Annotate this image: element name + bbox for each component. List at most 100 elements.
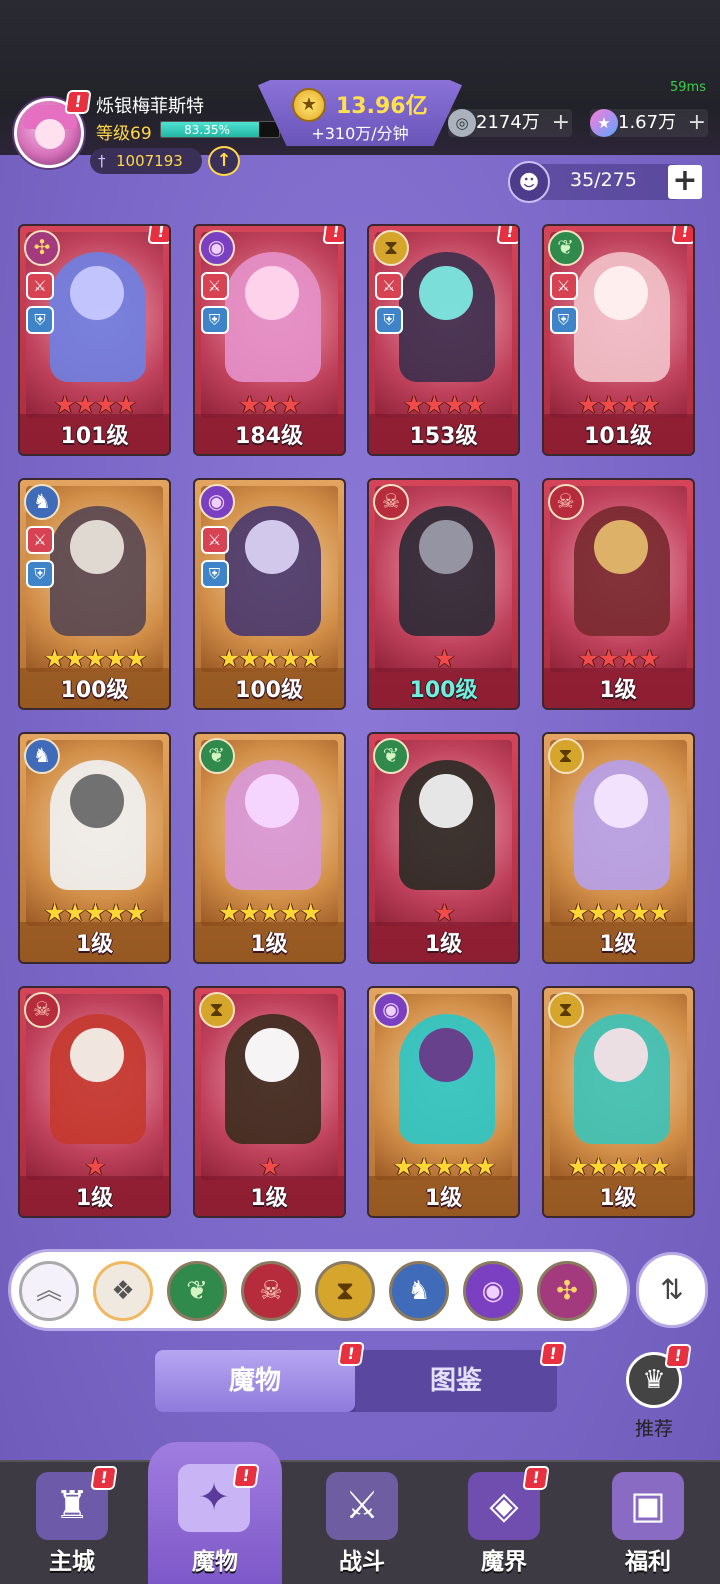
hourglass-element-icon: ⧗ (373, 230, 409, 266)
xp-bar: 83.35% (160, 121, 280, 138)
sword-shield-icon: ⚔ (326, 1472, 398, 1540)
nav-monsters[interactable]: ✦ 魔物 ! (148, 1442, 282, 1584)
hourglass-element-icon: ⧗ (198, 992, 235, 1028)
monster-card[interactable]: ♞ ★★★★★ 1级 (18, 732, 171, 964)
eye-element-icon: ◉ (198, 484, 235, 520)
star-rating: ★ (84, 1152, 106, 1181)
all-elements-icon[interactable]: ❖ (93, 1261, 153, 1321)
star-rating: ★★★★ (402, 390, 487, 419)
monster-card[interactable]: ◉ ★★★★★ 1级 (367, 986, 520, 1218)
eye-element-icon[interactable]: ◉ (463, 1261, 523, 1321)
sword-icon: † (98, 152, 106, 170)
monster-head (593, 266, 648, 320)
monster-card[interactable]: ✣ ⚔ ⛨ ★★★★ 101级! (18, 224, 171, 456)
stars-currency[interactable]: ★ 1.67万 + (590, 109, 708, 137)
vortex-element-icon: ✣ (24, 230, 60, 266)
attack-badge-icon: ⚔ (26, 272, 54, 300)
attack-badge-icon: ⚔ (200, 272, 229, 300)
eye-element-icon: ◉ (198, 230, 235, 266)
gems-add-icon[interactable]: + (552, 109, 570, 137)
leaf-element-icon[interactable]: ❦ (167, 1261, 227, 1321)
recommend-label: 推荐 (634, 1418, 673, 1440)
monster-card[interactable]: ◉ ⚔ ⛨ ★★★ 184级! (192, 224, 346, 456)
monster-level: 100级 (235, 678, 303, 703)
star-rating: ★ (258, 1152, 281, 1181)
player-level: 等级69 (96, 124, 152, 144)
monster-head (593, 1028, 648, 1082)
ping-text: 59ms (670, 80, 706, 95)
nav-demon-realm[interactable]: ◈ 魔界 ! (432, 1462, 576, 1584)
monster-head (419, 1028, 473, 1082)
shield-badge-icon: ⛨ (200, 306, 229, 334)
avatar-alert-icon: ! (64, 90, 92, 114)
nav-welfare-label: 福利 (625, 1549, 671, 1575)
monster-card[interactable]: ❦ ★ 1级 (367, 732, 520, 964)
monster-head (244, 1028, 299, 1082)
bottom-nav: ♜ 主城 ! ✦ 魔物 ! ⚔ 战斗 ◈ 魔界 ! ▣ 福利 (0, 1442, 720, 1584)
monster-card[interactable]: ⧗ ★ 1级 (192, 986, 346, 1218)
star-rating: ★★★★ (577, 644, 661, 673)
hourglass-element-icon: ⧗ (547, 738, 584, 774)
monster-card[interactable]: ⧗ ★★★★★ 1级 (541, 986, 695, 1218)
collapse-chevrons-icon[interactable]: ︽ (19, 1261, 79, 1321)
dragon-element-icon[interactable]: ♞ (389, 1261, 449, 1321)
tab-monsters[interactable]: 魔物 (155, 1350, 355, 1412)
monster-level: 1级 (599, 932, 637, 957)
player-name: 烁银梅菲斯特 (96, 96, 204, 117)
shield-badge-icon: ⛨ (375, 306, 403, 334)
upgrade-arrow-button[interactable]: ↑ (208, 146, 240, 176)
monster-level: 1级 (599, 678, 637, 703)
nav-monsters-label: 魔物 (192, 1549, 238, 1575)
shield-badge-icon: ⛨ (26, 560, 54, 588)
monster-alert-icon: ! (496, 226, 518, 244)
nav-main-city-label: 主城 (49, 1549, 95, 1575)
star-rating: ★ (433, 644, 455, 673)
monster-card[interactable]: ◉ ⚔ ⛨ ★★★★★ 100级 (192, 478, 346, 710)
monster-card[interactable]: ❦ ★★★★★ 1级 (192, 732, 346, 964)
attack-badge-icon: ⚔ (200, 526, 229, 554)
monster-head (244, 774, 299, 828)
attack-badge-icon: ⚔ (375, 272, 403, 300)
gem-coin-icon: ◎ (448, 109, 476, 137)
dragon-element-icon: ♞ (24, 484, 60, 520)
gold-panel[interactable]: ★ 13.96亿 +310万/分钟 (258, 80, 462, 146)
monster-card[interactable]: ⧗ ⚔ ⛨ ★★★★ 153级! (367, 224, 520, 456)
monster-card[interactable]: ☠ ★★★★ 1级 (541, 478, 695, 710)
monster-level: 153级 (409, 424, 478, 449)
hourglass-element-icon[interactable]: ⧗ (315, 1261, 375, 1321)
monster-card[interactable]: ♞ ⚔ ⛨ ★★★★★ 100级 (18, 478, 171, 710)
nav-demon-realm-alert-icon: ! (522, 1466, 550, 1490)
star-rating: ★★★★★ (43, 898, 147, 927)
nav-battle[interactable]: ⚔ 战斗 (290, 1462, 434, 1584)
nav-welfare[interactable]: ▣ 福利 (576, 1462, 720, 1584)
tab-codex[interactable]: 图鉴 (355, 1350, 557, 1412)
gems-currency[interactable]: ◎ 2174万 + (448, 109, 572, 137)
tab-codex-alert-icon: ! (539, 1342, 567, 1366)
capacity-add-button[interactable]: + (668, 165, 702, 199)
stars-add-icon[interactable]: + (688, 109, 706, 137)
skull-element-icon[interactable]: ☠ (241, 1261, 301, 1321)
monster-card[interactable]: ☠ ★ 100级 (367, 478, 520, 710)
monster-head (70, 520, 124, 574)
monster-level: 100级 (60, 678, 129, 703)
skull-element-icon: ☠ (373, 484, 409, 520)
monster-card[interactable]: ❦ ⚔ ⛨ ★★★★ 101级! (541, 224, 695, 456)
monster-level: 101级 (60, 424, 129, 449)
vortex-element-icon[interactable]: ✣ (537, 1261, 597, 1321)
leaf-element-icon: ❦ (198, 738, 235, 774)
monster-head (593, 520, 648, 574)
star-rating: ★★★★ (53, 390, 138, 419)
attack-badge-icon: ⚔ (549, 272, 578, 300)
star-rating: ★★★★★ (217, 644, 322, 673)
star-rating: ★ (433, 898, 455, 927)
nav-monsters-alert-icon: ! (232, 1464, 260, 1488)
nav-main-city[interactable]: ♜ 主城 ! (0, 1462, 144, 1584)
monster-card[interactable]: ⧗ ★★★★★ 1级 (541, 732, 695, 964)
gold-value: 13.96亿 (336, 94, 428, 119)
monster-head-icon: ☻ (508, 161, 550, 203)
monster-head (70, 266, 124, 320)
gold-coin-icon: ★ (292, 88, 326, 122)
monster-card[interactable]: ☠ ★ 1级 (18, 986, 171, 1218)
sort-icon[interactable]: ⇅ (636, 1252, 708, 1328)
stars-value: 1.67万 (618, 112, 677, 133)
